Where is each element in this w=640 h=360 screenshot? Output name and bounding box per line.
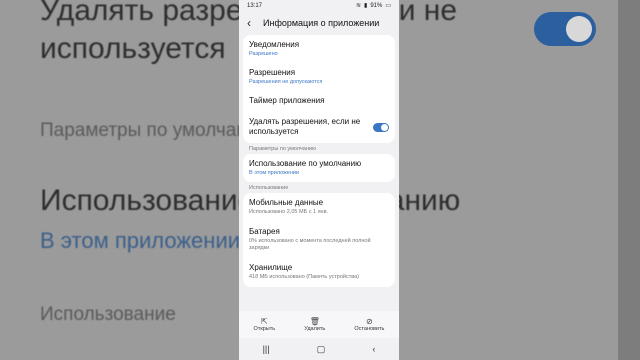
- remove-permissions-item[interactable]: Удалять разрешения, если не используется: [243, 112, 395, 143]
- mobile-data-label: Мобильные данные: [249, 198, 324, 207]
- storage-sub: 418 МБ использовано (Память устройства): [249, 274, 359, 280]
- defaults-card: Использование по умолчанию В этом прилож…: [243, 154, 395, 182]
- phone-screen: 13:17 ≋ ▮ 91% ▭ ‹ Информация о приложени…: [239, 0, 399, 360]
- bg-text-3: Параметры по умолчанию: [40, 120, 272, 141]
- remove-permissions-label: Удалять разрешения, если не используется: [249, 117, 361, 136]
- battery-level: 91%: [370, 2, 383, 9]
- notifications-item[interactable]: Уведомления Разрешено: [243, 35, 395, 63]
- notifications-label: Уведомления: [249, 40, 300, 49]
- bg-edge: [618, 0, 640, 360]
- open-external-icon: ⇱: [261, 317, 268, 326]
- bg-text-2: используется: [40, 32, 226, 65]
- stop-button[interactable]: ⊘ Остановить: [354, 317, 384, 332]
- bg-text-5: В этом приложении: [40, 228, 241, 253]
- back-arrow-icon[interactable]: ‹: [247, 16, 261, 30]
- battery-icon: ▭: [385, 3, 391, 9]
- storage-item[interactable]: Хранилище 418 МБ использовано (Память ус…: [243, 258, 395, 287]
- delete-label: Удалить: [304, 326, 326, 332]
- battery-item[interactable]: Батарея 0% использовано с момента послед…: [243, 222, 395, 258]
- trash-icon: 🗑: [309, 317, 320, 326]
- main-card: Уведомления Разрешено Разрешения Разреше…: [243, 35, 395, 143]
- permissions-item[interactable]: Разрешения Разрешения не допускаются: [243, 63, 395, 91]
- page-title: Информация о приложении: [263, 18, 380, 28]
- mobile-data-sub: Использовано 2,05 МБ с 1 янв.: [249, 209, 329, 215]
- mobile-data-item[interactable]: Мобильные данные Использовано 2,05 МБ с …: [243, 193, 395, 222]
- navigation-bar: ||| ▢ ‹: [239, 338, 399, 360]
- battery-label: Батарея: [249, 227, 280, 236]
- signal-icon: ▮: [364, 3, 368, 9]
- section-usage: Использование: [249, 185, 289, 191]
- default-use-sub: В этом приложении: [249, 170, 300, 176]
- delete-button[interactable]: 🗑 Удалить: [304, 317, 325, 332]
- app-bar: ‹ Информация о приложении: [239, 11, 399, 35]
- recents-icon[interactable]: |||: [263, 344, 270, 354]
- home-icon[interactable]: ▢: [317, 344, 326, 355]
- section-defaults: Параметры по умолчанию: [249, 146, 317, 152]
- battery-sub: 0% использовано с момента последней полн…: [249, 238, 371, 251]
- wifi-icon: ≋: [355, 3, 361, 9]
- usage-card: Мобильные данные Использовано 2,05 МБ с …: [243, 193, 395, 287]
- open-label: Открыть: [253, 326, 276, 332]
- stop-icon: ⊘: [366, 317, 373, 326]
- notifications-sub: Разрешено: [249, 51, 278, 57]
- back-icon[interactable]: ‹: [372, 344, 375, 354]
- bg-toggle: [534, 12, 596, 46]
- remove-permissions-toggle[interactable]: [373, 122, 389, 132]
- bg-text-6: Использование: [40, 304, 176, 325]
- action-bar: ⇱ Открыть 🗑 Удалить ⊘ Остановить: [239, 311, 399, 338]
- app-timer-item[interactable]: Таймер приложения: [243, 91, 395, 112]
- default-use-item[interactable]: Использование по умолчанию В этом прилож…: [243, 154, 395, 182]
- status-bar: 13:17 ≋ ▮ 91% ▭: [239, 0, 399, 11]
- default-use-label: Использование по умолчанию: [249, 159, 362, 168]
- storage-label: Хранилище: [249, 263, 293, 272]
- permissions-sub: Разрешения не допускаются: [249, 79, 323, 85]
- status-time: 13:17: [247, 2, 263, 9]
- open-button[interactable]: ⇱ Открыть: [254, 317, 276, 332]
- stop-label: Остановить: [354, 326, 385, 332]
- permissions-label: Разрешения: [249, 68, 296, 77]
- app-timer-label: Таймер приложения: [249, 96, 325, 105]
